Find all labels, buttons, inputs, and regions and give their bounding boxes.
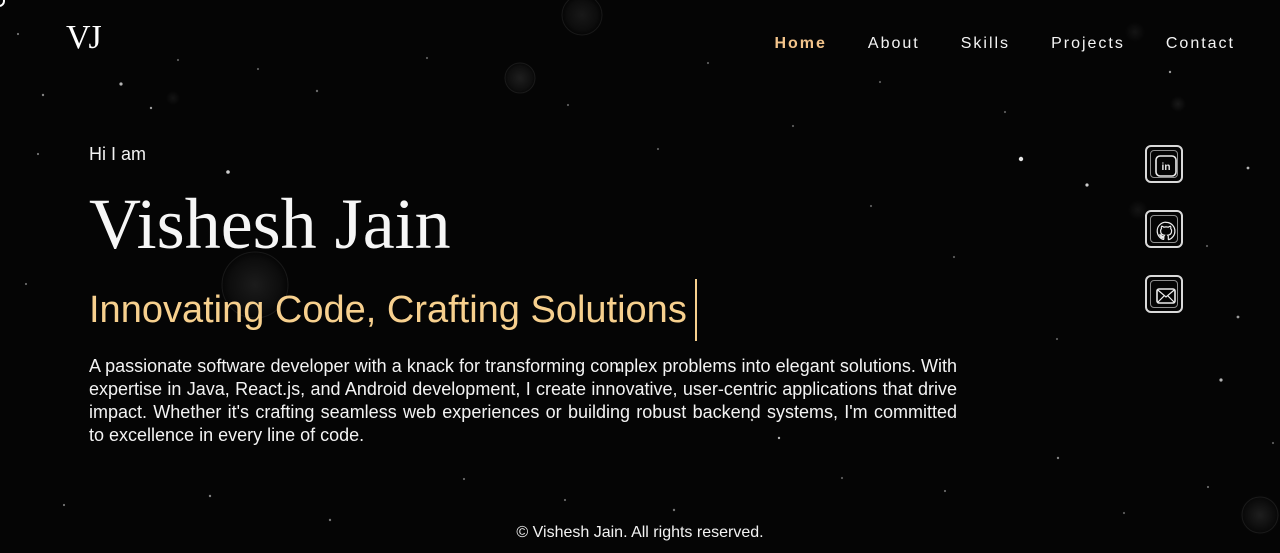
main-navigation: Home About Skills Projects Contact xyxy=(774,34,1235,54)
site-header: VJ Home About Skills Projects Contact xyxy=(0,0,1280,90)
footer-copyright: © Vishesh Jain. All rights reserved. xyxy=(516,524,764,541)
github-link[interactable] xyxy=(1145,210,1183,248)
linkedin-link[interactable]: in xyxy=(1145,145,1183,183)
hero-tagline: Innovating Code, Crafting Solutions xyxy=(89,289,687,331)
hero-name: Vishesh Jain xyxy=(89,184,451,264)
social-links: in xyxy=(1145,145,1183,313)
email-link[interactable] xyxy=(1145,275,1183,313)
nav-link-skills[interactable]: Skills xyxy=(961,34,1010,54)
hero-section: Hi I am Vishesh Jain Innovating Code, Cr… xyxy=(89,142,959,465)
nav-link-projects[interactable]: Projects xyxy=(1051,34,1125,54)
portfolio-page: VJ Home About Skills Projects Contact Hi… xyxy=(0,0,1280,553)
linkedin-icon: in xyxy=(1155,155,1177,177)
nav-link-about[interactable]: About xyxy=(868,34,920,54)
typing-cursor xyxy=(694,279,697,341)
logo[interactable]: VJ xyxy=(66,18,102,58)
hero-description: A passionate software developer with a k… xyxy=(89,356,957,445)
github-icon xyxy=(1156,221,1176,241)
mail-icon xyxy=(1156,288,1176,304)
nav-link-home[interactable]: Home xyxy=(774,34,826,54)
hero-greeting: Hi I am xyxy=(89,144,147,164)
svg-text:in: in xyxy=(1162,162,1171,173)
tagline-row: Innovating Code, Crafting Solutions xyxy=(89,278,959,342)
nav-link-contact[interactable]: Contact xyxy=(1166,34,1235,54)
